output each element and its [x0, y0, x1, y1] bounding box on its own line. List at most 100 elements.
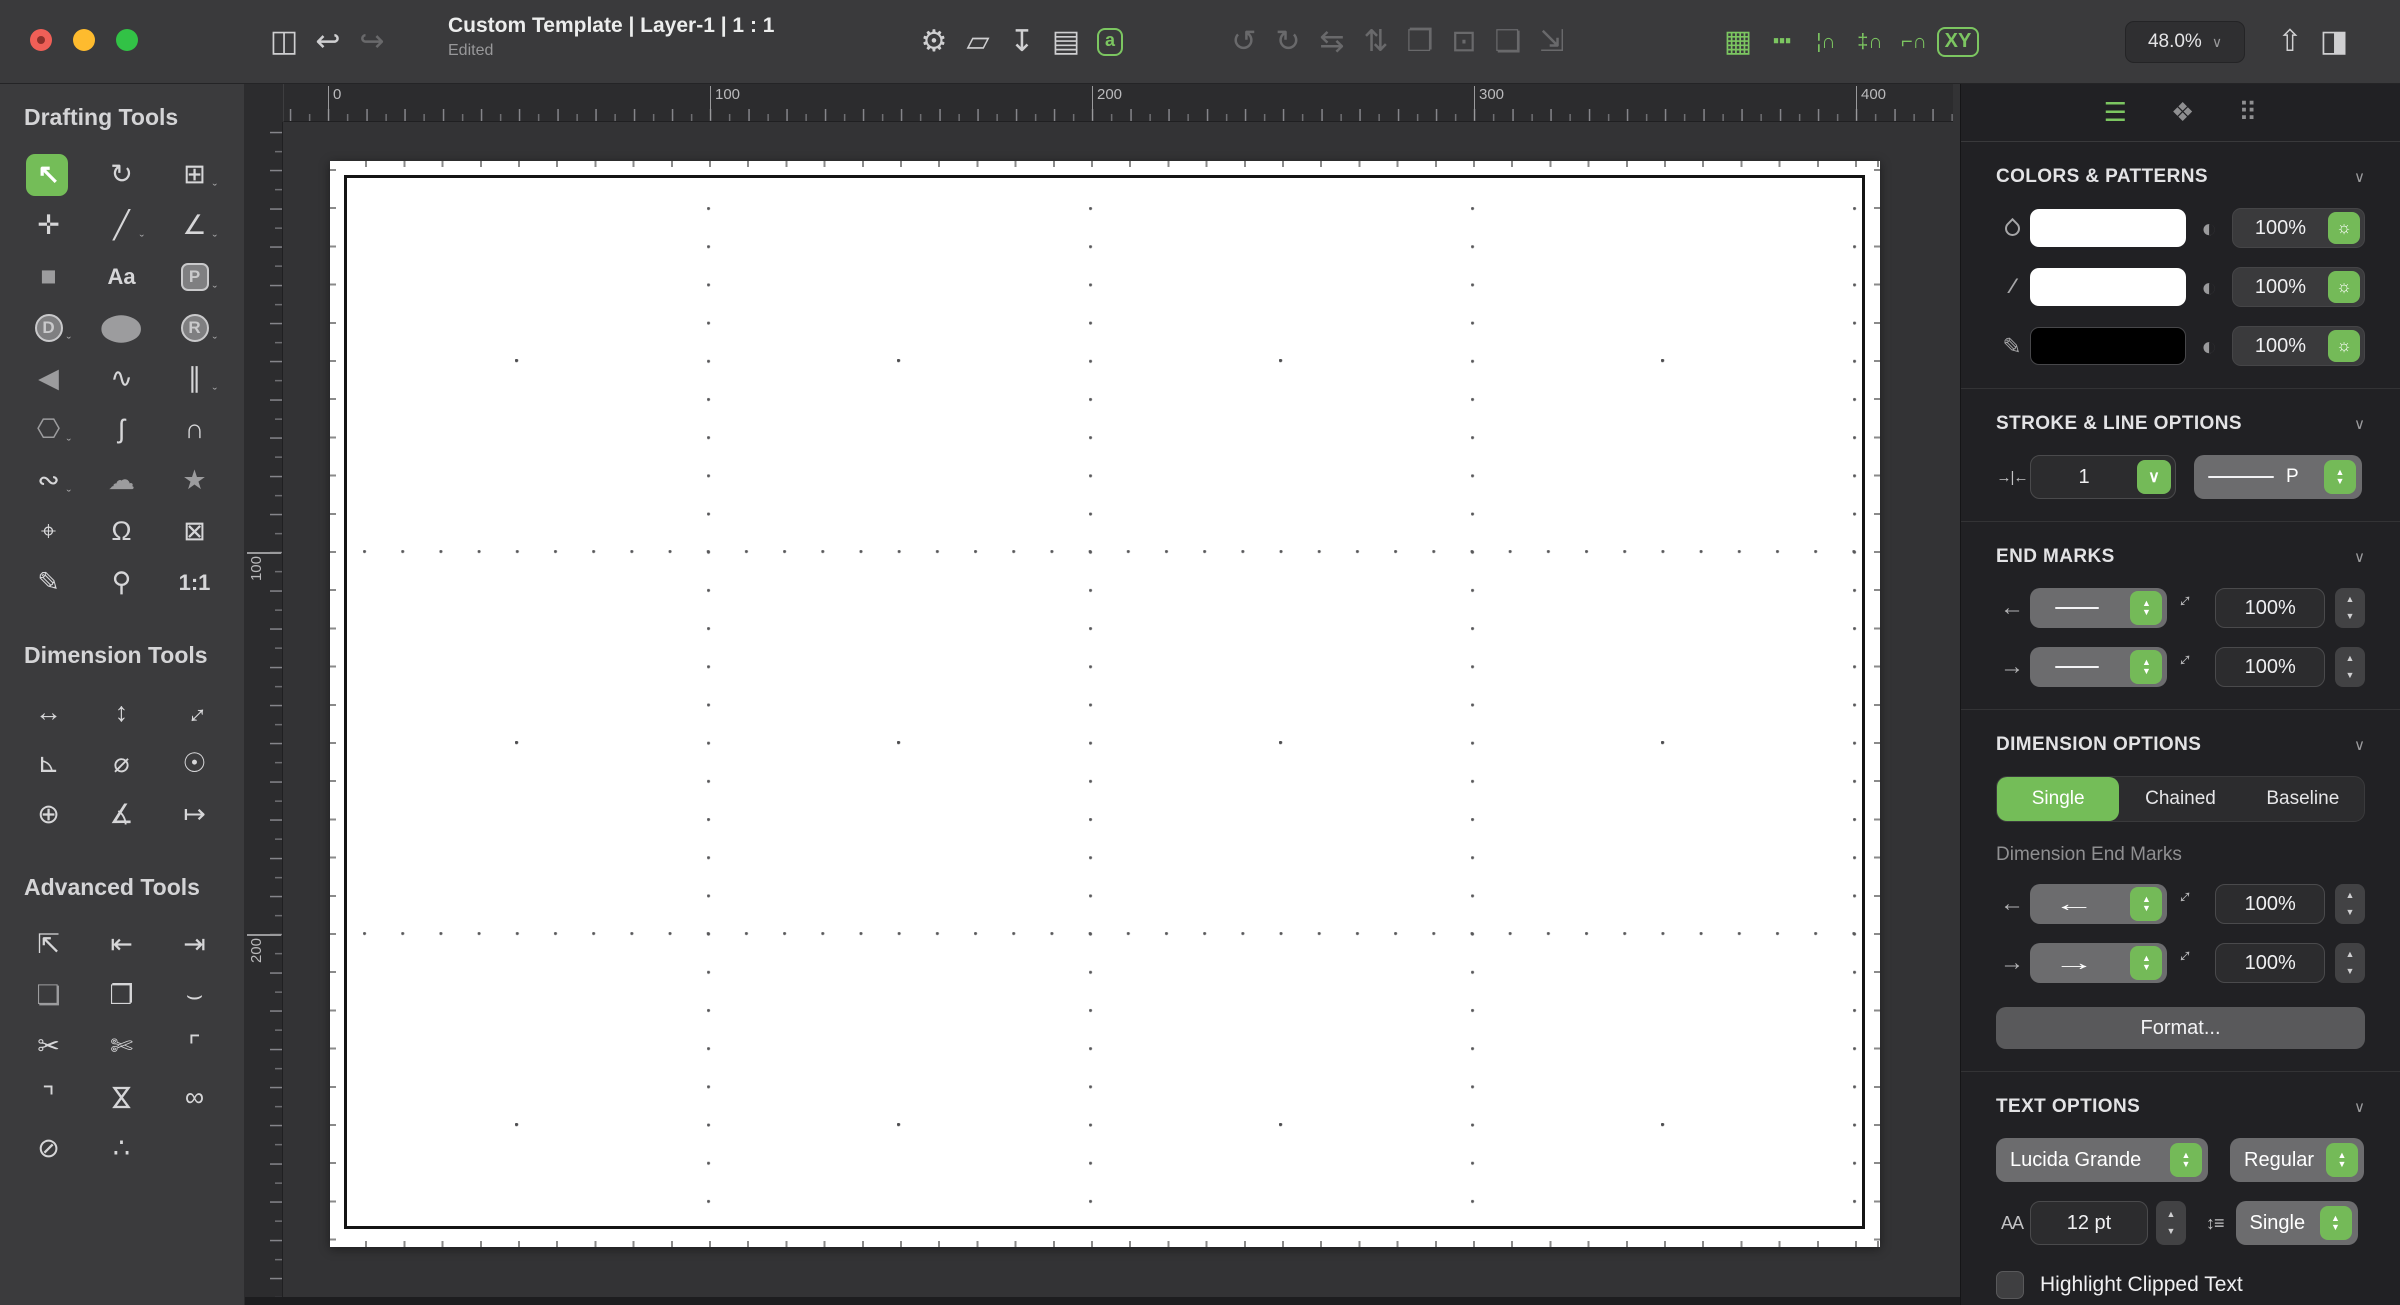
font-family-stepper[interactable] — [2170, 1143, 2202, 1177]
open-button[interactable]: ▱ — [956, 14, 1000, 70]
ellipse-tool[interactable]: ⬤ — [85, 302, 158, 353]
chevron-shape-tool[interactable]: ◀ — [12, 353, 85, 404]
radius-dimension-tool[interactable]: ☉ — [158, 738, 231, 789]
pattern-picker-button[interactable]: ☼ — [2328, 330, 2360, 362]
stamp-tool[interactable]: Ω — [85, 506, 158, 557]
delete-box-tool[interactable]: ⊠ — [158, 506, 231, 557]
closed-freehand-tool[interactable]: ☁ — [85, 455, 158, 506]
freehand-tool[interactable]: ∾ ˇ — [12, 455, 85, 506]
zoom-level-dropdown[interactable]: 48.0% ∨ — [2125, 21, 2245, 63]
chamfer-tool[interactable]: ⌝ — [12, 1072, 85, 1123]
flip-horizontal-button[interactable]: ⇆ — [1310, 14, 1354, 70]
selection-tool[interactable]: ↖ — [12, 149, 85, 200]
grid-toggle-button[interactable]: ▦ — [1716, 14, 1760, 70]
fillet-tool[interactable]: ⌜ — [158, 1021, 231, 1072]
line-spacing-dropdown[interactable]: Single — [2235, 1201, 2358, 1245]
rotate-right-button[interactable]: ↻ — [1266, 14, 1310, 70]
mark-scale-field[interactable]: 100% — [2215, 943, 2325, 983]
tab-properties[interactable]: ☰ — [2104, 97, 2127, 128]
collapse-chevron-icon[interactable]: ∨ — [2354, 168, 2365, 186]
unlink-tool[interactable]: ⊘ — [12, 1123, 85, 1174]
dimension-text-toggle[interactable]: a — [1088, 14, 1132, 70]
trim-tool[interactable]: ✂ — [12, 1021, 85, 1072]
polygon-tool[interactable]: ⎔ ˇ — [12, 404, 85, 455]
pattern-picker-button[interactable]: ☼ — [2328, 271, 2360, 303]
mark-style-dropdown[interactable]: ← — [2030, 884, 2168, 924]
sidebar-toggle-button[interactable]: ◫ — [262, 14, 306, 70]
extend-left-tool[interactable]: ⇤ — [85, 919, 158, 970]
color-swatch[interactable] — [2030, 268, 2186, 306]
rotate-tool[interactable]: ↻ — [85, 149, 158, 200]
line-tool[interactable]: ╱ ˇ — [85, 200, 158, 251]
close-window-button[interactable] — [30, 29, 52, 51]
share-button[interactable]: ⇧ — [2268, 14, 2312, 70]
bezier-tool[interactable]: ʃ — [85, 404, 158, 455]
document-settings-button[interactable]: ⚙ — [912, 14, 956, 70]
mark-scale-field[interactable]: 100% — [2215, 647, 2325, 687]
contrast-icon[interactable]: ◐ — [2186, 213, 2232, 244]
vertical-snap-button[interactable]: ‡∩ — [1848, 14, 1892, 70]
perpendicular-line-tool[interactable]: ∠ ˇ — [158, 200, 231, 251]
opacity-control[interactable]: 100% ☼ — [2232, 267, 2365, 307]
copy-style-button[interactable]: ❏ — [1486, 14, 1530, 70]
pan-tool[interactable]: ✛ — [12, 200, 85, 251]
resize-button[interactable]: ⇲ — [1530, 14, 1574, 70]
undo-button[interactable]: ↩ — [306, 14, 350, 70]
maximize-window-button[interactable] — [116, 29, 138, 51]
mark-scale-stepper[interactable] — [2335, 647, 2365, 687]
line-style-stepper[interactable] — [2324, 460, 2356, 494]
ungroup-tool[interactable]: ∴ — [85, 1123, 158, 1174]
group-button[interactable]: ⊡ — [1442, 14, 1486, 70]
rotate-left-button[interactable]: ↺ — [1222, 14, 1266, 70]
mark-style-stepper[interactable] — [2130, 650, 2163, 684]
double-line-tool[interactable]: ∥ ˇ — [158, 353, 231, 404]
corner-snap-button[interactable]: ⌐∩ — [1892, 14, 1936, 70]
mark-style-stepper[interactable] — [2130, 946, 2163, 980]
color-swatch[interactable] — [2030, 327, 2186, 365]
drawing-page[interactable] — [330, 161, 1880, 1247]
mark-scale-stepper[interactable] — [2335, 588, 2365, 628]
redo-button[interactable]: ↪ — [350, 14, 394, 70]
arc-tool[interactable]: ∩ — [158, 404, 231, 455]
mark-scale-field[interactable]: 100% — [2215, 588, 2325, 628]
eyedropper-tool[interactable]: ✎ — [12, 557, 85, 608]
snap-point-tool[interactable]: ⌖ — [12, 506, 85, 557]
contrast-icon[interactable]: ◐ — [2186, 272, 2232, 303]
print-button[interactable]: ▤ — [1044, 14, 1088, 70]
text-tool[interactable]: Aa — [85, 251, 158, 302]
show-coordinates-button[interactable]: XY — [1936, 14, 1980, 70]
mark-scale-stepper[interactable] — [2335, 943, 2365, 983]
mark-style-stepper[interactable] — [2130, 887, 2163, 921]
collapse-chevron-icon[interactable]: ∨ — [2354, 736, 2365, 754]
angle-dimension-tool[interactable]: ∡ — [85, 789, 158, 840]
link-tool[interactable]: ∞ — [158, 1072, 231, 1123]
format-button[interactable]: Format... — [1996, 1007, 2365, 1049]
datum-dimension-tool[interactable]: ↦ — [158, 789, 231, 840]
highlight-clipped-text-checkbox[interactable] — [1996, 1271, 2024, 1299]
dimension-mode-baseline[interactable]: Baseline — [2242, 777, 2364, 821]
collapse-chevron-icon[interactable]: ∨ — [2354, 415, 2365, 433]
mark-style-dropdown[interactable] — [2030, 647, 2168, 687]
diagonal-dimension-tool[interactable]: ↔ — [158, 687, 231, 738]
dimension-mode-chained[interactable]: Chained — [2119, 777, 2241, 821]
perpendicular-dimension-tool[interactable]: ⊾ — [12, 738, 85, 789]
collapse-chevron-icon[interactable]: ∨ — [2354, 548, 2365, 566]
horizontal-snap-button[interactable]: ¦∩ — [1804, 14, 1848, 70]
contrast-icon[interactable]: ◐ — [2186, 331, 2232, 362]
stroke-width-dropdown-button[interactable]: ∨ — [2137, 460, 2171, 494]
division-snap-button[interactable]: ┅ — [1760, 14, 1804, 70]
mark-style-dropdown[interactable] — [2030, 588, 2168, 628]
mirror-tool[interactable]: ⋈ — [85, 1072, 158, 1123]
tab-library[interactable]: ⠿ — [2238, 97, 2257, 128]
right-panel-toggle-button[interactable]: ◨ — [2312, 14, 2356, 70]
mark-style-dropdown[interactable]: → — [2030, 943, 2168, 983]
parallelogram-tool[interactable]: Pˇ — [158, 251, 231, 302]
zigzag-line-tool[interactable]: ∿ — [85, 353, 158, 404]
subtract-tool[interactable]: ❐ — [85, 970, 158, 1021]
duplicate-button[interactable]: ❐ — [1398, 14, 1442, 70]
font-size-field[interactable]: 12 pt — [2030, 1201, 2148, 1245]
zoom-tool[interactable]: ⚲ — [85, 557, 158, 608]
minimize-window-button[interactable] — [73, 29, 95, 51]
mark-scale-stepper[interactable] — [2335, 884, 2365, 924]
opacity-control[interactable]: 100% ☼ — [2232, 208, 2365, 248]
